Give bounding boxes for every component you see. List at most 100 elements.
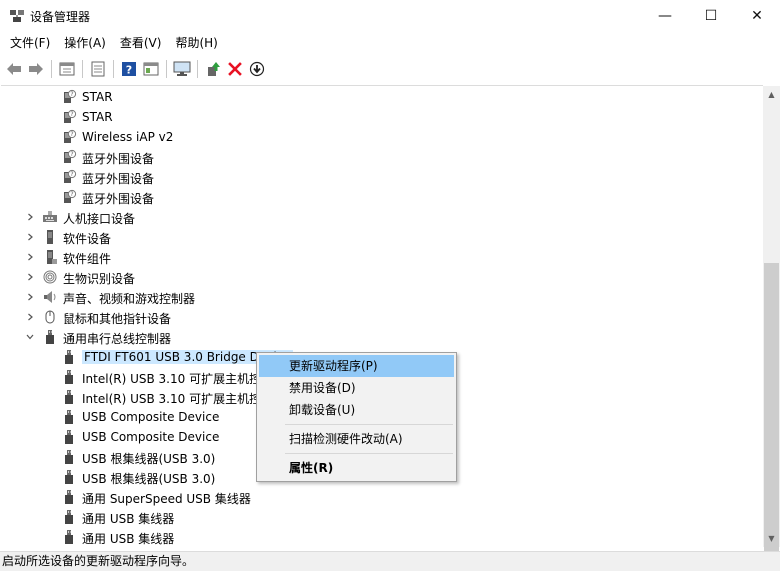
menu-item-properties[interactable]: 属性(R): [259, 457, 454, 479]
chevron-down-icon[interactable]: [25, 332, 35, 342]
resources-icon[interactable]: [140, 58, 162, 80]
toolbar-separator: [51, 60, 52, 78]
scroll-up-icon[interactable]: ▲: [763, 86, 780, 103]
tree-item-label: 生物识别设备: [63, 272, 136, 286]
tree-item[interactable]: 通用 USB 集线器: [1, 527, 761, 547]
toolbar-separator: [166, 60, 167, 78]
tree-item[interactable]: ? 蓝牙外围设备: [1, 187, 761, 207]
tree-item[interactable]: 通用 SuperSpeed USB 集线器: [1, 487, 761, 507]
svg-text:?: ?: [70, 131, 73, 138]
svg-text:?: ?: [70, 151, 73, 158]
svg-text:?: ?: [70, 191, 73, 198]
uninstall-icon[interactable]: [224, 58, 246, 80]
close-button[interactable]: ✕: [734, 0, 780, 31]
tree-item-label: 声音、视频和游戏控制器: [63, 292, 196, 306]
tree-item[interactable]: ? 蓝牙外围设备: [1, 147, 761, 167]
menu-separator: [285, 424, 453, 425]
software-device-icon: [42, 229, 58, 245]
tree-item-label: USB Composite Device: [82, 430, 220, 444]
tree-item-label: 软件组件: [63, 252, 112, 266]
tree-item-label: STAR: [82, 110, 113, 124]
menu-view[interactable]: 查看(V): [113, 32, 169, 54]
minimize-button[interactable]: —: [642, 0, 688, 31]
menu-help[interactable]: 帮助(H): [168, 32, 224, 54]
menu-action[interactable]: 操作(A): [57, 32, 113, 54]
device-manager-icon: [9, 9, 25, 23]
fingerprint-icon: [42, 269, 58, 285]
menu-item-update-driver[interactable]: 更新驱动程序(P): [259, 355, 454, 377]
tree-item-label: 通用 USB 集线器: [82, 512, 175, 526]
tree-category[interactable]: 软件设备: [1, 227, 761, 247]
menu-separator: [285, 453, 453, 454]
usb-icon: [61, 369, 77, 385]
scrollbar-thumb[interactable]: [764, 263, 779, 553]
title-bar[interactable]: 设备管理器 — ☐ ✕: [0, 0, 780, 31]
speaker-icon: [42, 289, 58, 305]
usb-icon: [61, 509, 77, 525]
scroll-down-icon[interactable]: ▼: [763, 530, 780, 547]
usb-icon: [61, 429, 77, 445]
download-icon[interactable]: [246, 58, 268, 80]
usb-icon: [61, 529, 77, 545]
bluetooth-device-icon: ?: [61, 189, 77, 205]
tree-item-label: 蓝牙外围设备: [82, 172, 155, 186]
properties-icon[interactable]: [56, 58, 78, 80]
tree-item[interactable]: ? STAR: [1, 87, 761, 107]
bluetooth-device-icon: ?: [61, 109, 77, 125]
svg-text:?: ?: [70, 171, 73, 178]
chevron-right-icon[interactable]: [25, 252, 35, 262]
tree-category[interactable]: 软件组件: [1, 247, 761, 267]
tree-item-label: 鼠标和其他指针设备: [63, 312, 172, 326]
tree-item[interactable]: ? STAR: [1, 107, 761, 127]
menu-item-uninstall-device[interactable]: 卸载设备(U): [259, 399, 454, 421]
window-title: 设备管理器: [30, 10, 91, 24]
update-driver-icon[interactable]: [202, 58, 224, 80]
tree-category[interactable]: 通用串行总线控制器: [1, 327, 761, 347]
menu-item-scan-hardware[interactable]: 扫描检测硬件改动(A): [259, 428, 454, 450]
usb-icon: [61, 389, 77, 405]
context-menu: 更新驱动程序(P) 禁用设备(D) 卸载设备(U) 扫描检测硬件改动(A) 属性…: [256, 352, 457, 482]
tree-item-label: 蓝牙外围设备: [82, 152, 155, 166]
menu-item-disable-device[interactable]: 禁用设备(D): [259, 377, 454, 399]
chevron-right-icon[interactable]: [25, 312, 35, 322]
tree-category[interactable]: 声音、视频和游戏控制器: [1, 287, 761, 307]
view-icon[interactable]: [87, 58, 109, 80]
menu-bar: 文件(F) 操作(A) 查看(V) 帮助(H): [0, 32, 780, 54]
help-icon[interactable]: ?: [118, 58, 140, 80]
forward-arrow-icon[interactable]: [25, 58, 47, 80]
monitor-icon[interactable]: [171, 58, 193, 80]
tree-item[interactable]: ? 蓝牙外围设备: [1, 167, 761, 187]
svg-text:?: ?: [70, 91, 73, 98]
usb-icon: [42, 329, 58, 345]
menu-file[interactable]: 文件(F): [3, 32, 57, 54]
tree-item[interactable]: 通用 USB 集线器: [1, 507, 761, 527]
hid-icon: [42, 209, 58, 225]
tree-category[interactable]: 鼠标和其他指针设备: [1, 307, 761, 327]
vertical-scrollbar[interactable]: ▲ ▼: [763, 86, 780, 553]
chevron-right-icon[interactable]: [25, 272, 35, 282]
tree-item-label: 通用 USB 集线器: [82, 532, 175, 546]
tree-item-label: 通用 SuperSpeed USB 集线器: [82, 492, 251, 506]
svg-text:?: ?: [126, 64, 132, 77]
tree-item[interactable]: ? Wireless iAP v2: [1, 127, 761, 147]
toolbar-separator: [197, 60, 198, 78]
tree-category[interactable]: 生物识别设备: [1, 267, 761, 287]
tree-item-label: Wireless iAP v2: [82, 130, 174, 144]
bluetooth-device-icon: ?: [61, 169, 77, 185]
usb-icon: [61, 409, 77, 425]
chevron-right-icon[interactable]: [25, 212, 35, 222]
tree-item-label: USB 根集线器(USB 3.0): [82, 472, 216, 486]
chevron-right-icon[interactable]: [25, 232, 35, 242]
bluetooth-device-icon: ?: [61, 89, 77, 105]
toolbar-separator: [82, 60, 83, 78]
back-arrow-icon[interactable]: [3, 58, 25, 80]
mouse-icon: [42, 309, 58, 325]
chevron-right-icon[interactable]: [25, 292, 35, 302]
usb-icon: [61, 449, 77, 465]
software-component-icon: [42, 249, 58, 265]
maximize-button[interactable]: ☐: [688, 0, 734, 31]
tree-item-label: USB Composite Device: [82, 410, 220, 424]
tree-category[interactable]: 人机接口设备: [1, 207, 761, 227]
tree-item-label: STAR: [82, 90, 113, 104]
tree-item-label: 人机接口设备: [63, 212, 136, 226]
